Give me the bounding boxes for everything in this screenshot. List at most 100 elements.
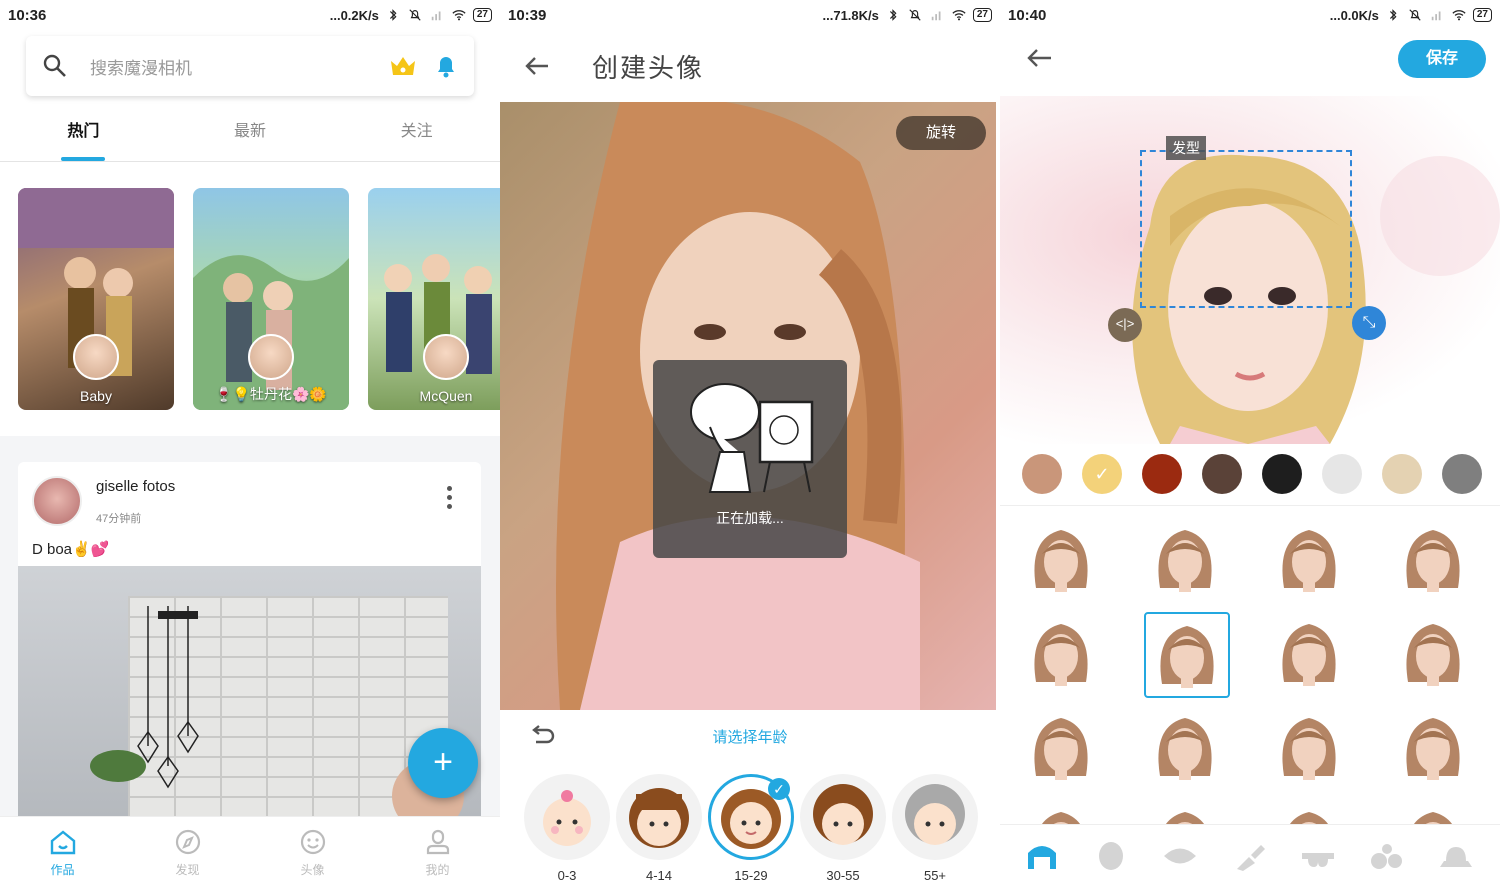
- signal-icon: [1431, 11, 1441, 21]
- hairstyle-option[interactable]: [1144, 612, 1230, 698]
- avatar: [248, 334, 294, 380]
- search-input[interactable]: 搜索魔漫相机: [90, 54, 388, 79]
- face-shape-icon[interactable]: [1091, 839, 1131, 873]
- selected-check-icon: ✓: [768, 778, 790, 800]
- status-bar: 10:39 ...71.8K/s 27: [500, 0, 1000, 30]
- nav-mine[interactable]: 我的: [375, 817, 500, 888]
- hairstyle-option[interactable]: [1144, 706, 1230, 792]
- brush-icon[interactable]: [1229, 839, 1269, 873]
- community-feed-screen: 10:36 ...0.2K/s 27 搜索魔漫相机 热门 最新 关注 Baby …: [0, 0, 500, 888]
- rotate-button[interactable]: 旋转: [896, 116, 986, 150]
- post-username[interactable]: giselle fotos: [96, 478, 175, 495]
- avatar-preview[interactable]: 发型 <|> ⤡: [1000, 96, 1500, 444]
- loading-overlay: 正在加载...: [653, 360, 847, 558]
- smiley-icon: [300, 829, 325, 855]
- hairstyle-option[interactable]: [1020, 706, 1106, 792]
- color-swatch[interactable]: [1022, 454, 1062, 494]
- glasses-icon[interactable]: [1298, 839, 1338, 873]
- status-time: 10:40: [1008, 6, 1047, 24]
- hairstyle-option[interactable]: [1020, 518, 1106, 604]
- loading-text: 正在加载...: [716, 510, 784, 526]
- age-selector: 0-3 4-14 ✓ 15-29 30-55 55+: [524, 774, 994, 884]
- selection-box[interactable]: [1140, 150, 1352, 308]
- color-swatch[interactable]: [1142, 454, 1182, 494]
- hairstyle-grid: [1000, 506, 1500, 824]
- network-speed: ...0.2K/s: [329, 7, 379, 23]
- resize-handle-icon[interactable]: ⤡: [1352, 306, 1386, 340]
- wifi-icon: [452, 10, 466, 21]
- create-fab-button[interactable]: +: [408, 728, 478, 798]
- color-swatch[interactable]: [1322, 454, 1362, 494]
- featured-card[interactable]: McQuen: [368, 188, 500, 410]
- age-avatar: [800, 774, 886, 860]
- hairstyle-option[interactable]: [1020, 612, 1106, 698]
- source-photo[interactable]: 旋转 正在加载...: [500, 102, 996, 710]
- mute-bell-icon: [909, 9, 921, 21]
- age-option-30-55[interactable]: 30-55: [800, 774, 886, 883]
- artist-painting-icon: [690, 383, 814, 493]
- eye-icon[interactable]: [1160, 839, 1200, 873]
- age-option-15-29[interactable]: ✓ 15-29: [708, 774, 794, 883]
- accessory-icon[interactable]: [1367, 839, 1407, 873]
- age-option-55-plus[interactable]: 55+: [892, 774, 978, 883]
- nav-label: 头像: [300, 863, 325, 877]
- nav-works[interactable]: 作品: [0, 817, 125, 888]
- crown-icon[interactable]: [388, 53, 418, 79]
- age-avatar: [616, 774, 702, 860]
- status-time: 10:36: [8, 6, 47, 24]
- hairstyle-option[interactable]: [1144, 518, 1230, 604]
- mute-bell-icon: [409, 9, 421, 21]
- battery-indicator: 27: [972, 8, 992, 22]
- network-speed: ...0.0K/s: [1329, 7, 1379, 23]
- tab-hot[interactable]: 热门: [0, 104, 167, 161]
- hairstyle-option[interactable]: [1392, 518, 1478, 604]
- age-option-4-14[interactable]: 4-14: [616, 774, 702, 883]
- network-speed: ...71.8K/s: [822, 7, 879, 23]
- avatar: [423, 334, 469, 380]
- post-text: D boa✌️💕: [32, 541, 110, 558]
- avatar-editor-screen: 10:40 ...0.0K/s 27 保存 发型 <|> ⤡ ✓: [1000, 0, 1500, 888]
- bell-icon[interactable]: [434, 53, 458, 79]
- hairstyle-option[interactable]: [1392, 706, 1478, 792]
- featured-card[interactable]: Baby: [18, 188, 174, 410]
- back-arrow-icon[interactable]: [522, 51, 552, 81]
- more-options-icon[interactable]: [447, 486, 453, 513]
- hairstyle-option[interactable]: [1392, 612, 1478, 698]
- header: 创建头像: [500, 30, 1000, 102]
- color-swatch[interactable]: ✓: [1082, 454, 1122, 494]
- avatar: [73, 334, 119, 380]
- save-button[interactable]: 保存: [1398, 40, 1486, 78]
- wifi-icon: [952, 10, 966, 21]
- hairstyle-option[interactable]: [1268, 706, 1354, 792]
- nav-avatar[interactable]: 头像: [250, 817, 375, 888]
- featured-card[interactable]: 🍷💡牡丹花🌸🌼: [193, 188, 349, 410]
- color-swatch[interactable]: [1442, 454, 1482, 494]
- color-swatch[interactable]: [1382, 454, 1422, 494]
- back-arrow-icon[interactable]: [1026, 44, 1054, 72]
- hairstyle-option[interactable]: [1268, 612, 1354, 698]
- tab-latest[interactable]: 最新: [167, 104, 334, 161]
- hairstyle-option[interactable]: [1268, 518, 1354, 604]
- flip-handle-icon[interactable]: <|>: [1108, 308, 1142, 342]
- hairstyle-option[interactable]: [1392, 800, 1478, 824]
- color-swatch[interactable]: [1202, 454, 1242, 494]
- avatar[interactable]: [32, 476, 82, 526]
- age-label: 55+: [923, 868, 947, 883]
- nav-discover[interactable]: 发现: [125, 817, 250, 888]
- hat-icon[interactable]: [1436, 839, 1476, 873]
- age-option-0-3[interactable]: 0-3: [524, 774, 610, 883]
- nav-label: 我的: [425, 863, 450, 877]
- color-swatch[interactable]: [1262, 454, 1302, 494]
- age-label: 0-3: [557, 868, 577, 883]
- hair-icon[interactable]: [1022, 839, 1062, 873]
- tab-following[interactable]: 关注: [333, 104, 500, 161]
- post-time: 47分钟前: [96, 513, 142, 525]
- hairstyle-option[interactable]: [1020, 800, 1106, 824]
- post-image[interactable]: [18, 566, 481, 822]
- hairstyle-option[interactable]: [1268, 800, 1354, 824]
- battery-indicator: 27: [1472, 8, 1492, 22]
- hairstyle-option[interactable]: [1144, 800, 1230, 824]
- search-bar[interactable]: 搜索魔漫相机: [26, 36, 474, 96]
- wifi-icon: [1452, 10, 1466, 21]
- nav-label: 发现: [175, 863, 200, 877]
